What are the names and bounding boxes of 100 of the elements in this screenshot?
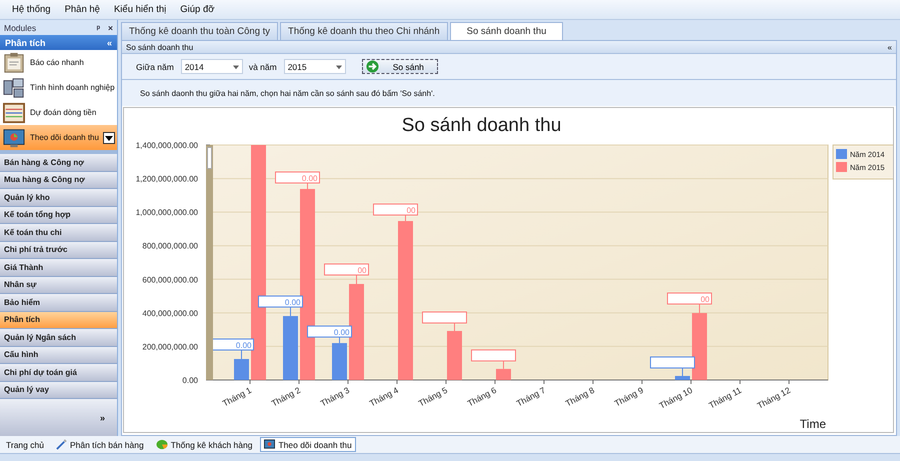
data-label-box [422, 311, 467, 332]
dropdown-button[interactable] [103, 132, 115, 144]
scroll-thumb[interactable] [207, 147, 212, 169]
data-label: 00 [667, 292, 712, 314]
annotation: 00 [406, 206, 416, 216]
menu-item[interactable]: Giúp đỡ [180, 4, 214, 15]
nav-button[interactable]: Kế toán thu chi [0, 224, 117, 242]
bar [496, 368, 511, 380]
chart-title: So sánh doanh thu [402, 115, 562, 136]
x-tick-label: Tháng 2 [270, 384, 302, 408]
description-text: So sánh daonh thu giữa hai năm, chọn hai năm cần so sánh sau đó bấm 'So sánh'. [122, 80, 896, 106]
y-tick-label: 1,000,000,000.00 [136, 208, 198, 218]
more-button[interactable]: » [100, 412, 105, 422]
module-label: Tình hình doanh nghiệp [30, 83, 115, 92]
document-tab[interactable]: Theo dõi doanh thu [260, 437, 356, 452]
arrow-icon [366, 60, 379, 73]
data-label: 0.00 [258, 296, 303, 317]
x-axis-title: Time [800, 417, 826, 431]
nav-button[interactable]: Bảo hiểm [0, 294, 117, 312]
nav-button[interactable]: Kế toán tổng hợp [0, 206, 117, 224]
x-tick-label: Tháng 6 [466, 384, 498, 408]
menu-item[interactable]: Kiểu hiển thị [114, 4, 166, 15]
from-year-label: Giữa năm [136, 62, 174, 72]
data-label-box [471, 349, 516, 370]
annotation: 0.00 [284, 298, 302, 308]
year-dropdown[interactable]: 2014 [180, 59, 243, 74]
x-tick-label: Tháng 5 [416, 384, 449, 408]
compare-button[interactable]: So sánh [362, 59, 438, 74]
caret-icon [232, 64, 239, 70]
data-label-box [650, 356, 695, 376]
tab[interactable]: Thống kê doanh thu toàn Công ty [121, 22, 278, 40]
annotation: 00 [358, 266, 368, 275]
nav-button[interactable]: Cấu hình [0, 346, 117, 364]
nav-button[interactable]: Quản lý vay [0, 382, 117, 399]
module-item[interactable]: Theo dõi doanh thu [0, 125, 117, 150]
nav-button[interactable]: Chi phí trả trước [0, 242, 117, 259]
monitor-icon [2, 126, 26, 148]
module-item[interactable]: Tình hình doanh nghiệp [0, 75, 117, 100]
computers-icon [2, 76, 26, 98]
module-item[interactable]: Dự đoán dòng tiền [0, 100, 117, 125]
document-tab[interactable]: Thống kê khách hàng [152, 437, 256, 452]
y-tick-label: 200,000,000.00 [142, 342, 198, 352]
nav-button[interactable]: Mua hàng & Công nợ [0, 172, 117, 189]
x-tick-label: Tháng 12 [756, 384, 792, 411]
menu-item[interactable]: Hệ thống [12, 4, 51, 15]
y-tick-label: 800,000,000.00 [142, 242, 198, 251]
data-label: 00 [324, 263, 369, 284]
bar [332, 343, 347, 380]
y-tick-label: 400,000,000.00 [142, 308, 198, 318]
nav-button[interactable]: Phân tích [0, 312, 117, 329]
nav-button[interactable]: Chi phí dự toán giá [0, 364, 117, 382]
collapse-button[interactable]: « [888, 42, 892, 52]
caret-icon [105, 134, 113, 142]
data-label: 0.00 [307, 326, 352, 344]
nav-button[interactable]: Bán hàng & Công nợ [0, 154, 117, 172]
document-tab[interactable]: Phân tích bán hàng [52, 437, 148, 452]
close-button[interactable]: × [108, 22, 113, 32]
bar [675, 376, 690, 380]
monitor-icon [264, 439, 276, 450]
x-tick-label: Tháng 9 [612, 384, 645, 408]
tab[interactable]: So sánh doanh thu [450, 22, 564, 40]
modules-title: Modules [4, 22, 36, 32]
module-item[interactable]: Báo cáo nhanh [0, 50, 117, 75]
year-dropdown[interactable]: 2015 [284, 59, 346, 74]
bar [692, 313, 707, 380]
y-tick-label: 1,200,000,000.00 [136, 174, 198, 184]
to-year-label: và năm [248, 62, 277, 72]
module-label: Dự đoán dòng tiền [30, 108, 98, 117]
nav-button[interactable]: Quản lý Ngân sách [0, 329, 117, 346]
data-label: 0.00 [275, 171, 320, 190]
annotation: 0.00 [302, 174, 318, 183]
pin-button[interactable]: ᵖ [96, 22, 100, 32]
data-label: 00 [373, 204, 418, 222]
pie-icon [156, 439, 168, 450]
bar [234, 359, 249, 380]
y-tick-label: 600,000,000.00 [142, 275, 198, 284]
collapse-button[interactable]: « [106, 38, 112, 48]
x-tick-label: Tháng 8 [564, 384, 596, 408]
bar [283, 316, 298, 380]
annotation: 00 [700, 295, 710, 304]
module-label: Báo cáo nhanh [30, 58, 85, 67]
x-tick-label: Tháng 10 [658, 384, 694, 411]
wand-icon [56, 439, 67, 450]
x-tick-label: Tháng 7 [514, 384, 547, 408]
document-tab[interactable]: Trang chủ [2, 438, 48, 452]
nav-button[interactable]: Giá Thành [0, 259, 117, 276]
nav-button[interactable]: Quản lý kho [0, 189, 117, 206]
x-tick-label: Tháng 1 [220, 384, 253, 408]
annotation: 0.00 [236, 341, 252, 350]
nav-button[interactable]: Nhân sự [0, 276, 117, 294]
tab[interactable]: Thống kê doanh thu theo Chi nhánh [280, 22, 448, 40]
annotation: 0.00 [334, 328, 350, 338]
caret-icon [336, 64, 342, 70]
scroll-bar[interactable] [206, 145, 213, 380]
bar [447, 330, 462, 380]
menu-item[interactable]: Phân hệ [64, 4, 100, 15]
panel-title: So sánh doanh thu [126, 42, 194, 52]
clipboard-icon [2, 52, 26, 74]
x-tick-label: Tháng 3 [318, 384, 351, 408]
y-tick-label: 1,400,000,000.00 [136, 141, 198, 150]
